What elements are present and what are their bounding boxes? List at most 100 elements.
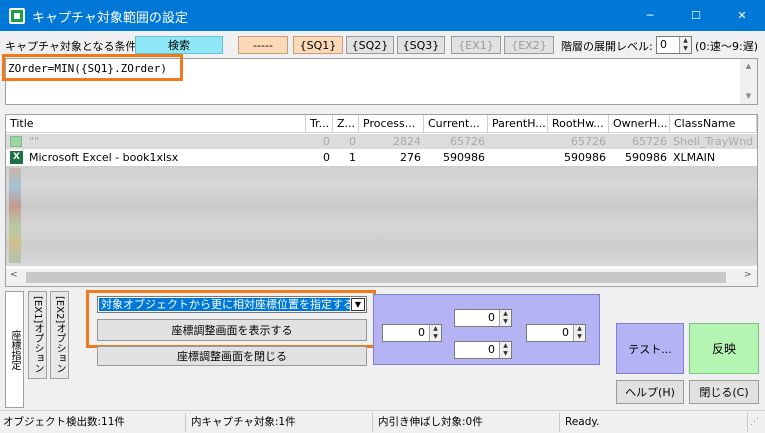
obscured-rows <box>6 166 757 266</box>
cell-root: 65726 <box>571 135 606 148</box>
textarea-scrollbar[interactable]: ▲ ▼ <box>740 59 757 104</box>
tab-ex2-option-label: [EX2]オプション <box>54 296 65 374</box>
offset-bottom-stepper[interactable]: 0 ▲ ▼ <box>454 341 512 359</box>
col-classname[interactable]: ClassName <box>670 115 757 133</box>
condition-label: キャプチャ対象となる条件: <box>5 40 141 53</box>
obscured-icons <box>9 168 21 263</box>
tab-ex1-option-label: [EX1]オプション <box>32 296 43 374</box>
spin-down-icon[interactable]: ▼ <box>574 333 585 341</box>
scroll-right-icon[interactable]: > <box>744 270 752 280</box>
close-icon: ✕ <box>737 9 747 22</box>
sq3-button[interactable]: {SQ3} <box>397 36 445 54</box>
cell-parent <box>488 150 548 165</box>
spin-up-icon[interactable]: ▲ <box>500 342 511 350</box>
offset-right-stepper[interactable]: 0 ▲ ▼ <box>526 324 586 342</box>
offset-bottom-value: 0 <box>488 343 495 356</box>
col-parent[interactable]: ParentH... <box>488 115 548 133</box>
scroll-down-icon[interactable]: ▼ <box>740 89 757 103</box>
offset-top-stepper[interactable]: 0 ▲ ▼ <box>454 309 512 327</box>
resize-grip-icon[interactable]: ⋰ <box>750 417 759 427</box>
sq2-button[interactable]: {SQ2} <box>346 36 394 54</box>
scroll-left-icon[interactable]: < <box>10 270 18 280</box>
spin-up-icon[interactable]: ▲ <box>680 37 691 45</box>
level-label: 階層の展開レベル: <box>561 40 653 53</box>
cell-tr: 0 <box>323 135 330 148</box>
cell-z: 0 <box>349 135 356 148</box>
col-z[interactable]: Z... <box>333 115 359 133</box>
maximize-icon: ☐ <box>691 9 701 22</box>
maximize-button[interactable]: ☐ <box>673 0 719 31</box>
minimize-button[interactable]: ─ <box>627 0 673 31</box>
spin-down-icon[interactable]: ▼ <box>500 350 511 358</box>
level-stepper[interactable]: 0 ▲ ▼ <box>656 36 692 54</box>
cell-title: Microsoft Excel - book1xlsx <box>29 151 179 164</box>
grid-hscrollbar[interactable]: < > <box>6 269 757 286</box>
level-spin-arrows[interactable]: ▲ ▼ <box>679 37 691 53</box>
level-value: 0 <box>660 38 667 51</box>
scroll-thumb[interactable] <box>26 272 726 283</box>
app-icon <box>9 8 25 24</box>
object-grid[interactable]: Title Tr... Z... Process... Current... P… <box>5 114 758 287</box>
offset-left-stepper[interactable]: 0 ▲ ▼ <box>382 324 442 342</box>
offset-left-value: 0 <box>418 326 425 339</box>
cell-root: 590986 <box>564 151 606 164</box>
col-root[interactable]: RootHw... <box>548 115 609 133</box>
cell-tr: 0 <box>323 151 330 164</box>
table-row[interactable]: X Microsoft Excel - book1xlsx 0 1 276 59… <box>6 150 757 165</box>
test-button[interactable]: テスト... <box>616 323 684 374</box>
offset-right-value: 0 <box>562 326 569 339</box>
cell-process: 276 <box>400 151 421 164</box>
spin-up-icon[interactable]: ▲ <box>430 325 441 333</box>
col-process[interactable]: Process... <box>359 115 424 133</box>
col-current[interactable]: Current... <box>424 115 488 133</box>
window-title: キャプチャ対象範囲の設定 <box>32 11 188 26</box>
excel-icon: X <box>10 151 23 164</box>
col-tr[interactable]: Tr... <box>306 115 333 133</box>
scroll-up-icon[interactable]: ▲ <box>740 59 757 73</box>
cell-classname: XLMAIN <box>673 151 716 164</box>
cell-process: 2824 <box>393 135 421 148</box>
status-detected: オブジェクト検出数:11件 <box>0 413 186 432</box>
spin-up-icon[interactable]: ▲ <box>500 310 511 318</box>
cell-z: 1 <box>349 151 356 164</box>
cell-current: 65726 <box>450 135 485 148</box>
ex2-button[interactable]: {EX2} <box>504 36 554 54</box>
coord-highlight <box>86 290 376 348</box>
cell-title: "" <box>29 135 40 148</box>
status-state: Ready. <box>562 413 748 432</box>
col-title[interactable]: Title <box>6 115 306 133</box>
cell-owner: 590986 <box>625 151 667 164</box>
tab-ex2-option[interactable]: [EX2]オプション <box>50 291 69 379</box>
offset-top-value: 0 <box>488 311 495 324</box>
coord-offset-panel: 0 ▲ ▼ 0 ▲ ▼ 0 ▲ ▼ 0 ▲ ▼ <box>373 294 600 365</box>
table-row[interactable]: "" 0 0 2824 65726 65726 65726 Shell_Tray… <box>6 134 757 149</box>
tab-coord-label: 座標指定 <box>9 329 20 370</box>
cell-classname: Shell_TrayWnd <box>673 135 754 148</box>
status-bar: オブジェクト検出数:11件 内キャプチャ対象:1件 内引き伸ばし対象:0件 Re… <box>0 410 765 433</box>
title-bar: キャプチャ対象範囲の設定 ─ ☐ ✕ <box>0 0 765 31</box>
status-inner-stretch: 内引き伸ばし対象:0件 <box>375 413 560 432</box>
apply-button[interactable]: 反映 <box>689 323 759 374</box>
help-button[interactable]: ヘルプ(H) <box>616 380 684 404</box>
close-coord-window-button[interactable]: 座標調整画面を閉じる <box>97 346 367 366</box>
tab-coord[interactable]: 座標指定 <box>5 291 24 408</box>
minimize-icon: ─ <box>646 9 654 22</box>
cell-owner: 65726 <box>632 135 667 148</box>
col-owner[interactable]: OwnerH... <box>609 115 670 133</box>
formula-highlight <box>2 54 183 81</box>
level-hint: (0:速～9:遅) <box>695 40 758 53</box>
close-button[interactable]: 閉じる(C) <box>689 380 759 404</box>
status-inner-capture: 内キャプチャ対象:1件 <box>188 413 373 432</box>
cell-current: 590986 <box>443 151 485 164</box>
spin-up-icon[interactable]: ▲ <box>574 325 585 333</box>
search-button[interactable]: 検索 <box>135 36 223 54</box>
ex1-button[interactable]: {EX1} <box>451 36 501 54</box>
spin-down-icon[interactable]: ▼ <box>500 318 511 326</box>
dash-button[interactable]: ----- <box>238 36 288 54</box>
cell-parent <box>488 134 548 149</box>
tab-ex1-option[interactable]: [EX1]オプション <box>28 291 47 379</box>
close-window-button[interactable]: ✕ <box>719 0 765 31</box>
spin-down-icon[interactable]: ▼ <box>680 45 691 53</box>
spin-down-icon[interactable]: ▼ <box>430 333 441 341</box>
sq1-button[interactable]: {SQ1} <box>293 36 343 54</box>
